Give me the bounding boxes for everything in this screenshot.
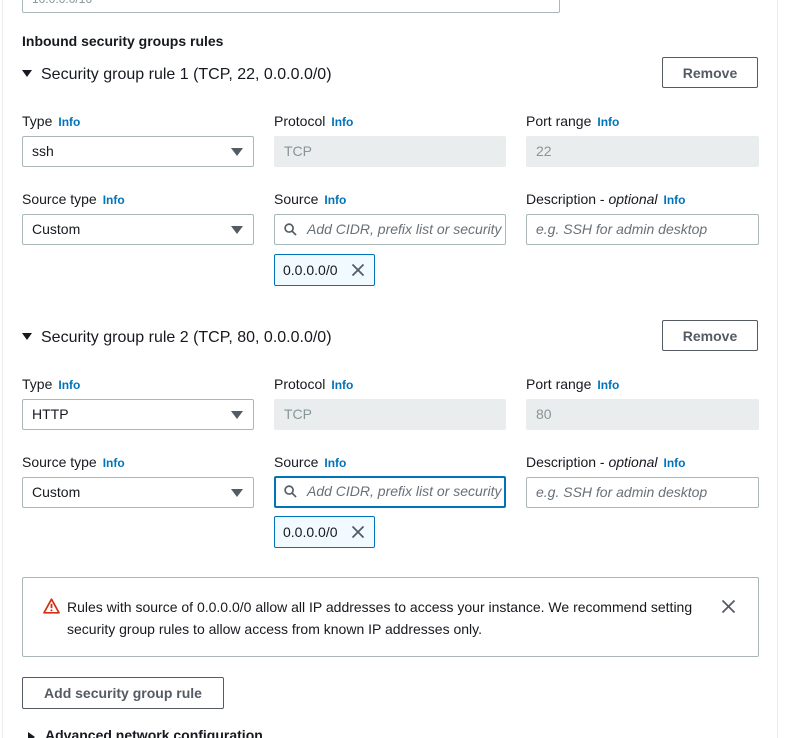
source-type-label: Source type Info — [22, 454, 125, 470]
source-type-select[interactable]: Custom — [22, 477, 254, 508]
remove-rule-1-button[interactable]: Remove — [662, 57, 758, 88]
port-range-input: 22 — [526, 136, 759, 167]
dropdown-arrow-icon — [231, 489, 243, 497]
caret-down-icon[interactable] — [22, 70, 32, 77]
source-token-label: 0.0.0.0/0 — [283, 262, 338, 278]
source-type-select-value: Custom — [32, 484, 81, 500]
type-label: Type Info — [22, 376, 81, 392]
rule-2-header[interactable]: Security group rule 2 (TCP, 80, 0.0.0.0/… — [22, 320, 762, 357]
protocol-input: TCP — [274, 136, 506, 167]
port-range-label: Port range Info — [526, 113, 620, 129]
source-type-label: Source type Info — [22, 191, 125, 207]
dropdown-arrow-icon — [231, 411, 243, 419]
rule-2-title: Security group rule 2 (TCP, 80, 0.0.0.0/… — [41, 329, 332, 346]
remove-rule-2-button[interactable]: Remove — [662, 320, 758, 351]
dismiss-token-icon[interactable] — [351, 263, 365, 277]
source-token-label: 0.0.0.0/0 — [283, 524, 338, 540]
type-select-value: ssh — [32, 143, 54, 159]
port-range-label: Port range Info — [526, 376, 620, 392]
warning-alert: Rules with source of 0.0.0.0/0 allow all… — [22, 577, 759, 657]
description-label: Description - optional Info — [526, 191, 686, 207]
type-info-link[interactable]: Info — [58, 378, 80, 392]
port-range-input: 80 — [526, 399, 759, 430]
protocol-info-link[interactable]: Info — [331, 115, 353, 129]
port-range-info-link[interactable]: Info — [597, 115, 619, 129]
caret-right-icon — [28, 732, 35, 738]
source-type-select[interactable]: Custom — [22, 214, 254, 245]
source-type-info-link[interactable]: Info — [103, 193, 125, 207]
dropdown-arrow-icon — [231, 148, 243, 156]
port-range-info-link[interactable]: Info — [597, 378, 619, 392]
protocol-label: Protocol Info — [274, 113, 354, 129]
description-input[interactable]: e.g. SSH for admin desktop — [526, 214, 759, 245]
add-security-group-rule-button[interactable]: Add security group rule — [22, 677, 224, 709]
warning-triangle-icon — [43, 598, 60, 614]
rule-1-header[interactable]: Security group rule 1 (TCP, 22, 0.0.0.0/… — [22, 57, 762, 94]
advanced-network-configuration-toggle[interactable]: Advanced network configuration — [28, 727, 263, 738]
search-icon — [284, 223, 297, 236]
source-token: 0.0.0.0/0 — [274, 254, 375, 286]
source-search-input[interactable]: Add CIDR, prefix list or security — [274, 476, 506, 508]
description-info-link[interactable]: Info — [664, 193, 686, 207]
source-label: Source Info — [274, 191, 347, 207]
source-label: Source Info — [274, 454, 347, 470]
source-placeholder: Add CIDR, prefix list or security — [307, 221, 502, 237]
warning-text: Rules with source of 0.0.0.0/0 allow all… — [67, 599, 693, 637]
vpc-cidr-input[interactable]: 10.0.0.0/16 — [22, 0, 560, 13]
source-placeholder: Add CIDR, prefix list or security — [307, 483, 502, 499]
source-type-select-value: Custom — [32, 221, 81, 237]
protocol-label: Protocol Info — [274, 376, 354, 392]
source-info-link[interactable]: Info — [324, 456, 346, 470]
close-icon[interactable] — [721, 599, 736, 614]
search-icon — [284, 485, 297, 498]
source-type-info-link[interactable]: Info — [103, 456, 125, 470]
type-select[interactable]: HTTP — [22, 399, 254, 430]
source-token: 0.0.0.0/0 — [274, 516, 375, 548]
protocol-info-link[interactable]: Info — [331, 378, 353, 392]
source-info-link[interactable]: Info — [324, 193, 346, 207]
description-info-link[interactable]: Info — [664, 456, 686, 470]
type-select[interactable]: ssh — [22, 136, 254, 167]
rule-1-title: Security group rule 1 (TCP, 22, 0.0.0.0/… — [41, 66, 332, 83]
caret-down-icon[interactable] — [22, 333, 32, 340]
inbound-rules-heading: Inbound security groups rules — [22, 33, 224, 49]
type-label: Type Info — [22, 113, 81, 129]
source-search-input[interactable]: Add CIDR, prefix list or security — [274, 214, 506, 245]
type-select-value: HTTP — [32, 406, 69, 422]
description-input[interactable]: e.g. SSH for admin desktop — [526, 477, 759, 508]
protocol-input: TCP — [274, 399, 506, 430]
type-info-link[interactable]: Info — [58, 115, 80, 129]
description-label: Description - optional Info — [526, 454, 686, 470]
advanced-network-configuration-label: Advanced network configuration — [45, 727, 263, 738]
dismiss-token-icon[interactable] — [351, 525, 365, 539]
dropdown-arrow-icon — [231, 226, 243, 234]
